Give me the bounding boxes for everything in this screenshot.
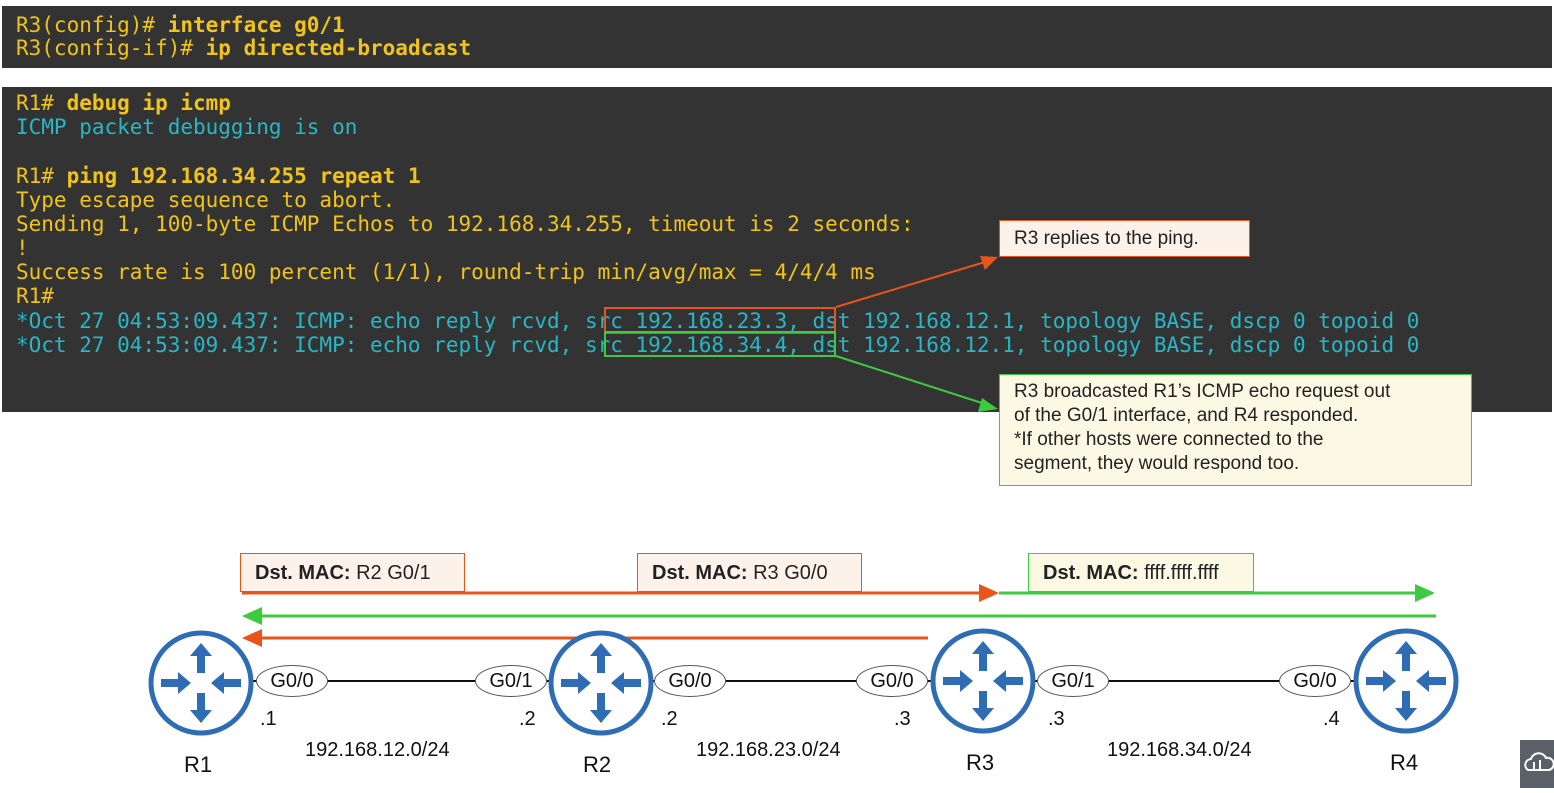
flow-arrowhead-orange-right: [979, 584, 999, 602]
host-ip-r2-right: .2: [661, 708, 678, 730]
router-icon: [1353, 628, 1459, 734]
if-label-r1-g00: G0/0: [256, 665, 328, 697]
router-icon: [148, 630, 254, 736]
router-label-r4: R4: [1390, 750, 1419, 775]
router-label-r1: R1: [184, 752, 213, 777]
flow-arrowhead-orange-left: [242, 629, 262, 647]
flow-arrowhead-green-right: [1415, 584, 1435, 602]
network-label-12: 192.168.12.0/24: [305, 739, 450, 761]
flow-arrowhead-green-left: [242, 607, 262, 625]
cloud-logo-icon: [1520, 740, 1554, 788]
host-ip-r3-right: .3: [1048, 708, 1065, 730]
if-label-r2-g01: G0/1: [475, 665, 547, 697]
pointer-arrowhead-green: [978, 398, 998, 412]
host-ip-r4: .4: [1323, 708, 1340, 730]
mac-label-r3: Dst. MAC: R3 G0/0: [637, 553, 862, 592]
if-label-r3-g00: G0/0: [856, 665, 928, 697]
host-ip-r2-left: .2: [519, 708, 536, 730]
host-ip-r1: .1: [260, 708, 277, 730]
router-icon: [548, 630, 654, 736]
pointer-arrow-orange: [835, 261, 986, 308]
host-ip-r3-left: .3: [894, 708, 911, 730]
if-label-r3-g01: G0/1: [1037, 665, 1109, 697]
router-label-r2: R2: [583, 752, 612, 777]
if-label-r4-g00: G0/0: [1279, 665, 1351, 697]
router-icon: [930, 628, 1036, 734]
mac-label-r2: Dst. MAC: R2 G0/1: [240, 553, 465, 592]
pointer-arrowhead-orange: [980, 256, 998, 270]
mac-label-broadcast: Dst. MAC: ffff.ffff.ffff: [1028, 553, 1254, 592]
network-label-23: 192.168.23.0/24: [696, 739, 841, 761]
network-label-34: 192.168.34.0/24: [1107, 739, 1252, 761]
pointer-arrow-green: [835, 355, 986, 405]
router-label-r3: R3: [966, 750, 995, 775]
if-label-r2-g00: G0/0: [654, 665, 726, 697]
